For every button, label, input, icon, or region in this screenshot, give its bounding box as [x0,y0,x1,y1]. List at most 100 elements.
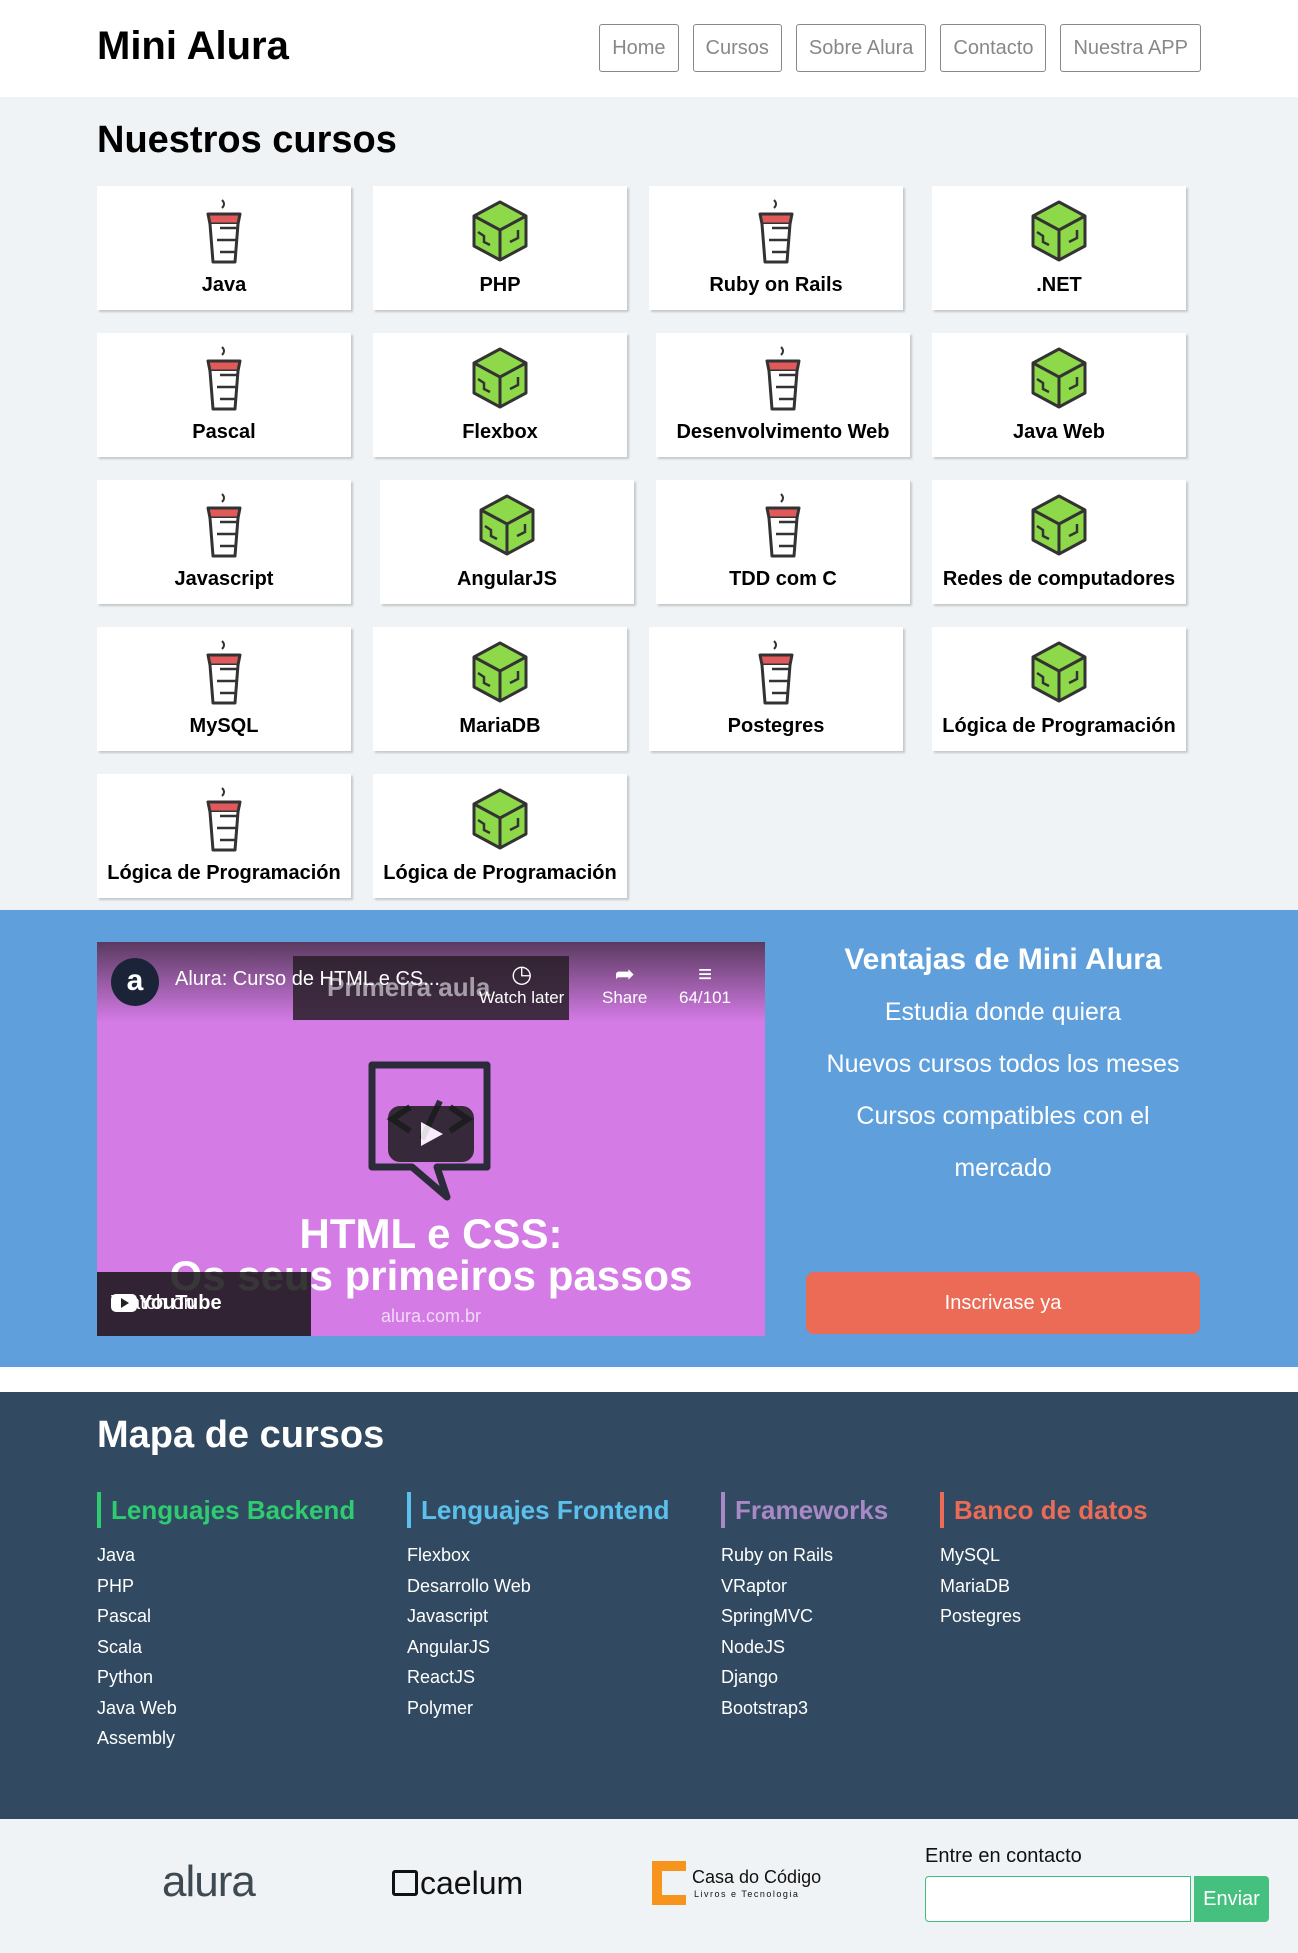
course-name: PHP [479,274,521,296]
alura-logo[interactable]: alura [162,1857,256,1907]
map-course-link[interactable]: Python [97,1662,355,1693]
contact-label: Entre en contacto [925,1845,1082,1867]
map-course-link[interactable]: VRaptor [721,1571,888,1602]
green-cube-icon [470,345,530,413]
map-course-link[interactable]: ReactJS [407,1662,669,1693]
nav-contacto[interactable]: Contacto [940,24,1047,72]
send-button[interactable]: Enviar [1194,1876,1269,1922]
map-course-link[interactable]: AngularJS [407,1632,669,1663]
coffee-cup-icon [194,492,254,560]
map-course-link[interactable]: Django [721,1662,888,1693]
map-course-link[interactable]: Flexbox [407,1540,669,1571]
advantages-title: Ventajas de Mini Alura [844,943,1162,976]
course-card[interactable]: Postegres [649,627,903,751]
course-card[interactable]: .NET [932,186,1186,310]
courses-title: Nuestros cursos [97,119,397,161]
map-course-link[interactable]: MySQL [940,1540,1148,1571]
course-name: Lógica de Programación [107,862,341,884]
course-name: MySQL [189,715,259,737]
advantages-section: a Alura: Curso de HTML e CS... Primeira … [0,910,1298,1367]
map-course-link[interactable]: SpringMVC [721,1601,888,1632]
caelum-logo[interactable]: caelum [392,1865,523,1902]
course-card[interactable]: Lógica de Programación [932,627,1186,751]
map-course-link[interactable]: Assembly [97,1723,355,1754]
course-card[interactable]: MySQL [97,627,351,751]
map-course-link[interactable]: NodeJS [721,1632,888,1663]
course-card[interactable]: Java Web [932,333,1186,457]
map-course-link[interactable]: Scala [97,1632,355,1663]
watch-later-label: Watch later [479,988,565,1007]
course-card[interactable]: AngularJS [380,480,634,604]
video-embed[interactable]: a Alura: Curso de HTML e CS... Primeira … [97,942,765,1336]
channel-logo-icon[interactable]: a [111,958,159,1006]
map-column: Lenguajes Frontend Flexbox Desarrollo Web J… [407,1492,669,1723]
nav-sobre-alura[interactable]: Sobre Alura [795,24,927,72]
map-column: Lenguajes Backend Java PHP Pascal Scala Pytho… [97,1492,355,1754]
advantage-item: Nuevos cursos todos los meses [826,1050,1180,1078]
coffee-cup-icon [753,492,813,560]
course-card[interactable]: Javascript [97,480,351,604]
map-course-link[interactable]: MariaDB [940,1571,1148,1602]
map-course-link[interactable]: Polymer [407,1693,669,1724]
course-card[interactable]: Flexbox [373,333,627,457]
course-card[interactable]: Ruby on Rails [649,186,903,310]
share-arrow-icon: ➦ [614,961,635,988]
map-course-link[interactable]: Java Web [97,1693,355,1724]
main-nav: Home Cursos Sobre Alura Contacto Nuestra… [599,24,1201,72]
coffee-cup-icon [746,198,806,266]
course-card[interactable]: Redes de computadores [932,480,1186,604]
map-course-link[interactable]: Ruby on Rails [721,1540,888,1571]
course-card[interactable]: Lógica de Programación [373,774,627,898]
map-course-link[interactable]: Desarrollo Web [407,1571,669,1602]
green-cube-icon [1029,198,1089,266]
nav-home[interactable]: Home [599,24,679,72]
coffee-cup-icon [194,198,254,266]
course-card[interactable]: TDD com C [656,480,910,604]
video-overlay-text: Primeira aula [327,972,491,1002]
green-cube-icon [470,198,530,266]
course-name: Pascal [192,421,256,443]
casa-do-codigo-logo[interactable]: Casa do Código Livros e Tecnologia [652,1861,821,1911]
nav-cursos[interactable]: Cursos [692,24,782,72]
course-card[interactable]: Pascal [97,333,351,457]
map-course-link[interactable]: Bootstrap3 [721,1693,888,1724]
course-name: Flexbox [462,421,538,443]
courses-section: Nuestros cursos Java PHP Ruby on Rails .NET… [0,97,1298,910]
course-card[interactable]: Java [97,186,351,310]
playlist-count: 64/101 [679,988,731,1007]
map-column-list: Ruby on Rails VRaptor SpringMVC NodeJS Djang… [721,1540,888,1723]
contact-email-input[interactable] [925,1876,1191,1922]
coffee-cup-icon [194,786,254,854]
map-course-link[interactable]: PHP [97,1571,355,1602]
map-title: Mapa de cursos [97,1414,385,1456]
map-course-link[interactable]: Postegres [940,1601,1148,1632]
watch-on-youtube-button[interactable]: Watch on YouTube [97,1272,311,1336]
map-course-link[interactable]: Javascript [407,1601,669,1632]
signup-button[interactable]: Inscrivase ya [806,1272,1200,1334]
course-card[interactable]: PHP [373,186,627,310]
course-name: Javascript [174,568,274,590]
course-card[interactable]: Desenvolvimento Web [656,333,910,457]
video-headline-1: HTML e CSS: [299,1210,563,1257]
map-column-list: Flexbox Desarrollo Web Javascript AngularJS… [407,1540,669,1723]
advantages-list: Estudia donde quiera Nuevos cursos todos… [806,986,1200,1194]
green-cube-icon [1029,492,1089,560]
play-button[interactable] [388,1106,474,1162]
course-name: Lógica de Programación [942,715,1176,737]
map-column-title: Lenguajes Backend [97,1492,355,1528]
course-name: AngularJS [456,568,558,590]
course-name: Java Web [1013,421,1105,443]
advantages-text: Ventajas de Mini Alura Estudia donde qui… [806,942,1200,1194]
map-column-title: Banco de datos [940,1492,1148,1528]
nav-nuestra-app[interactable]: Nuestra APP [1060,24,1201,72]
playlist-button[interactable]: ≡ 64/101 [679,962,731,1008]
share-button[interactable]: ➦ Share [602,962,647,1008]
map-course-link[interactable]: Pascal [97,1601,355,1632]
map-column: Banco de datos MySQL MariaDB Postegres [940,1492,1148,1632]
course-map-section: Mapa de cursos Lenguajes Backend Java PHP P… [0,1392,1298,1819]
course-card[interactable]: Lógica de Programación [97,774,351,898]
course-card[interactable]: MariaDB [373,627,627,751]
watch-later-button[interactable]: ◷ Watch later [479,962,564,1008]
map-course-link[interactable]: Java [97,1540,355,1571]
site-logo[interactable]: Mini Alura [97,24,289,69]
